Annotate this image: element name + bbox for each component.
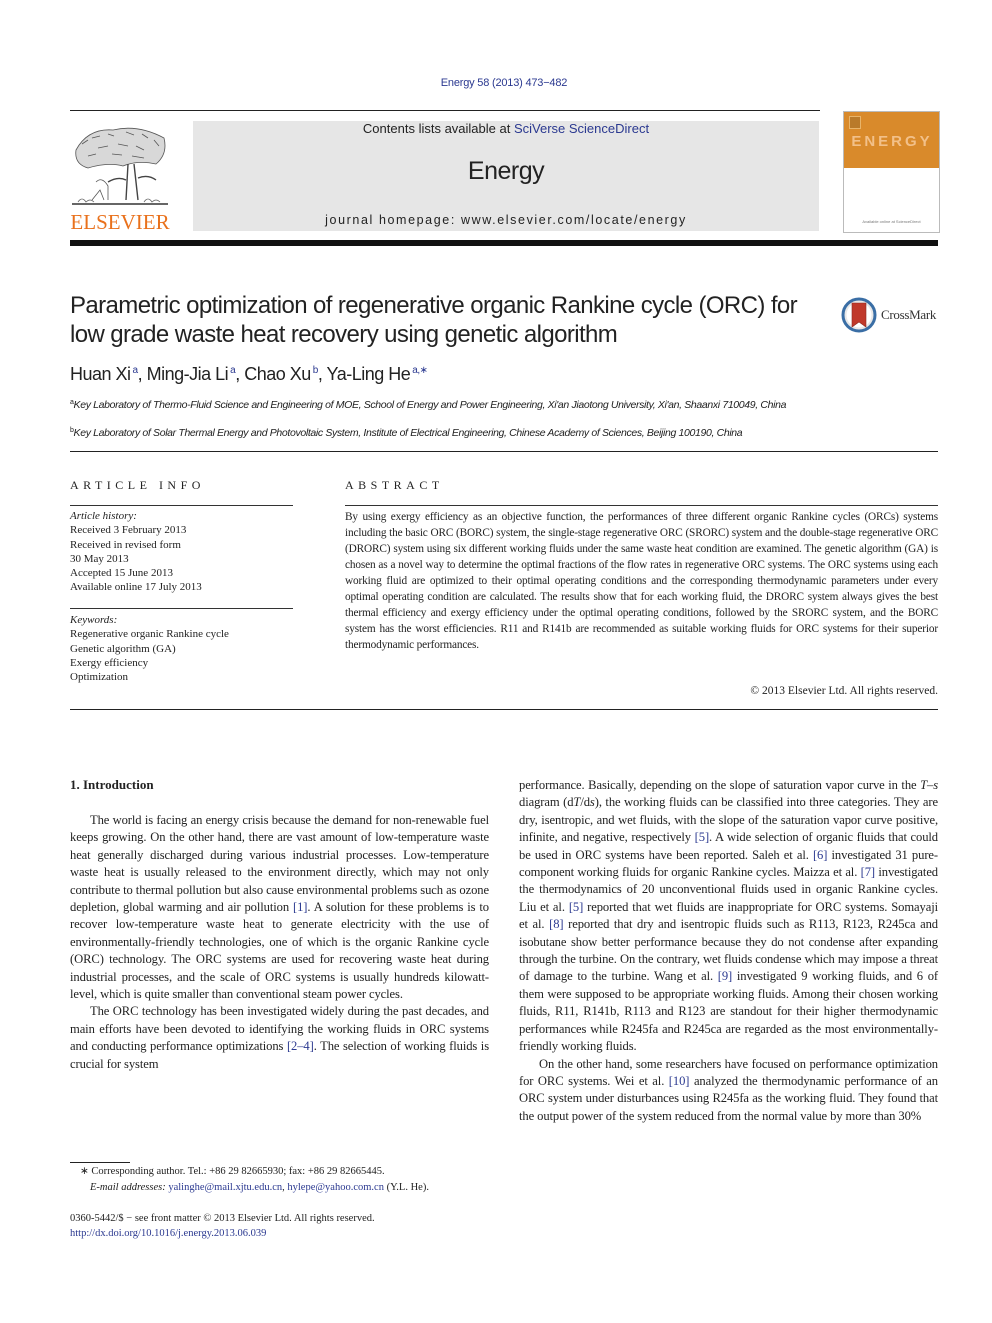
elsevier-wordmark: ELSEVIER [70, 210, 170, 234]
citation-link[interactable]: [10] [669, 1074, 690, 1088]
keyword-item: Exergy efficiency [70, 656, 149, 669]
email-label: E-mail addresses: [90, 1182, 169, 1193]
citation-link[interactable]: [2–4] [287, 1039, 314, 1053]
abstract-heading: ABSTRACT [345, 478, 444, 492]
cover-publisher-badge-icon [849, 116, 861, 129]
math-variable: T [920, 778, 927, 792]
cover-title: ENERGY [851, 133, 933, 150]
doi-link[interactable]: http://dx.doi.org/10.1016/j.energy.2013.… [70, 1226, 490, 1242]
body-column-left: The world is facing an energy crisis bec… [70, 812, 489, 1073]
footnote-divider [70, 1162, 130, 1163]
header-divider [70, 110, 820, 111]
affiliation-marker[interactable]: a,∗ [412, 365, 428, 376]
citation-link[interactable]: [5] [695, 830, 709, 844]
article-history: Article history: Received 3 February 201… [70, 509, 295, 595]
body-column-right: performance. Basically, depending on the… [519, 777, 938, 1125]
affiliation-text: Key Laboratory of Thermo-Fluid Science a… [73, 399, 787, 411]
email-suffix: (Y.L. He). [383, 1182, 429, 1193]
doi-link-text[interactable]: http://dx.doi.org/10.1016/j.energy.2013.… [70, 1228, 266, 1239]
paragraph-text: diagram (d [519, 795, 574, 810]
citation-link[interactable]: [1] [293, 900, 307, 914]
journal-name: Energy [467, 157, 545, 185]
journal-homepage[interactable]: journal homepage: www.elsevier.com/locat… [193, 213, 819, 227]
keyword-item: Genetic algorithm (GA) [70, 642, 176, 655]
keyword-item: Optimization [70, 671, 129, 684]
masthead-divider [70, 240, 938, 246]
keywords-divider [70, 608, 293, 609]
citation-link[interactable]: [5] [569, 900, 583, 914]
affiliation-a: aKey Laboratory of Thermo-Fluid Science … [70, 396, 830, 412]
author-name[interactable]: Ya-Ling He [327, 364, 411, 384]
body-paragraph: On the other hand, some researchers have… [519, 1056, 938, 1126]
citation-link[interactable]: [8] [549, 917, 563, 931]
article-info-divider [70, 505, 293, 506]
author-list: Huan Xi a, Ming-Jia Li a, Chao Xu b, Ya-Lin… [70, 364, 428, 385]
article-title: Parametric optimization of regenerative … [70, 292, 798, 348]
author-separator: , [317, 364, 327, 384]
abstract-divider [345, 505, 938, 506]
email-footnote: E-mail addresses: yalinghe@mail.xjtu.edu… [90, 1180, 510, 1196]
math-variable: s [933, 778, 938, 792]
paragraph-text: The world is facing an energy crisis bec… [70, 813, 489, 915]
corresponding-author-footnote: ∗ Corresponding author. Tel.: +86 29 826… [80, 1166, 385, 1177]
email-link[interactable]: yalinghe@mail.xjtu.edu.cn [168, 1182, 282, 1193]
crossmark-button[interactable]: CrossMark [841, 297, 941, 335]
body-paragraph: performance. Basically, depending on the… [519, 777, 938, 1056]
contents-availability: Contents lists available at SciVerse Sci… [193, 121, 819, 136]
history-item: Received 3 February 2013 [70, 524, 187, 537]
body-paragraph: The ORC technology has been investigated… [70, 1003, 489, 1073]
contents-prefix: Contents lists available at [362, 121, 514, 136]
keyword-item: Regenerative organic Rankine cycle [70, 628, 229, 641]
keywords-label: Keywords: [70, 614, 118, 626]
section-heading-introduction: 1. Introduction [70, 777, 154, 792]
article-info-heading: ARTICLE INFO [70, 478, 205, 492]
history-item: Received in revised form [70, 538, 181, 551]
crossmark-icon [841, 297, 877, 333]
author-name[interactable]: Chao Xu [244, 364, 311, 384]
copyright-notice: © 2013 Elsevier Ltd. All rights reserved… [750, 685, 938, 697]
author-name[interactable]: Ming-Jia Li [147, 364, 229, 384]
journal-citation-link[interactable]: Energy 58 (2013) 473−482 [0, 77, 992, 89]
citation-link[interactable]: [7] [861, 865, 875, 879]
journal-cover-thumbnail[interactable]: ENERGY Available online at ScienceDirect [843, 111, 940, 233]
journal-masthead: Contents lists available at SciVerse Sci… [193, 121, 819, 231]
paragraph-text: . A solution for these problems is to re… [70, 900, 490, 1002]
cover-footer: Available online at ScienceDirect [862, 219, 921, 224]
history-label: Article history: [70, 510, 137, 522]
history-item: 30 May 2013 [70, 552, 129, 565]
affiliation-divider [70, 451, 938, 452]
abstract-text: By using exergy efficiency as an objecti… [345, 511, 938, 651]
author-name[interactable]: Huan Xi [70, 364, 131, 384]
paragraph-text: /d [580, 795, 590, 810]
author-separator: , [137, 364, 147, 384]
history-item: Accepted 15 June 2013 [70, 567, 173, 580]
crossmark-label: CrossMark [881, 307, 937, 322]
paragraph-text: performance. Basically, depending on the… [519, 778, 921, 792]
sciencedirect-link[interactable]: SciVerse ScienceDirect [514, 121, 649, 136]
issn-line: 0360-5442/$ − see front matter © 2013 El… [70, 1213, 375, 1224]
citation-link[interactable]: [6] [813, 848, 827, 862]
history-item: Available online 17 July 2013 [70, 581, 202, 594]
author-separator: , [235, 364, 245, 384]
elsevier-tree-icon [72, 127, 168, 205]
email-link[interactable]: hylepe@yahoo.com.cn [287, 1182, 384, 1193]
elsevier-logo[interactable]: ELSEVIER [68, 120, 172, 234]
abstract-end-divider [70, 709, 938, 710]
citation-link[interactable]: [9] [718, 969, 732, 983]
affiliation-text: Key Laboratory of Solar Thermal Energy a… [73, 427, 743, 439]
affiliation-b: bKey Laboratory of Solar Thermal Energy … [70, 424, 870, 440]
cover-band: ENERGY [844, 112, 939, 168]
keywords: Keywords: Regenerative organic Rankine c… [70, 613, 295, 684]
body-paragraph: The world is facing an energy crisis bec… [70, 812, 489, 1003]
